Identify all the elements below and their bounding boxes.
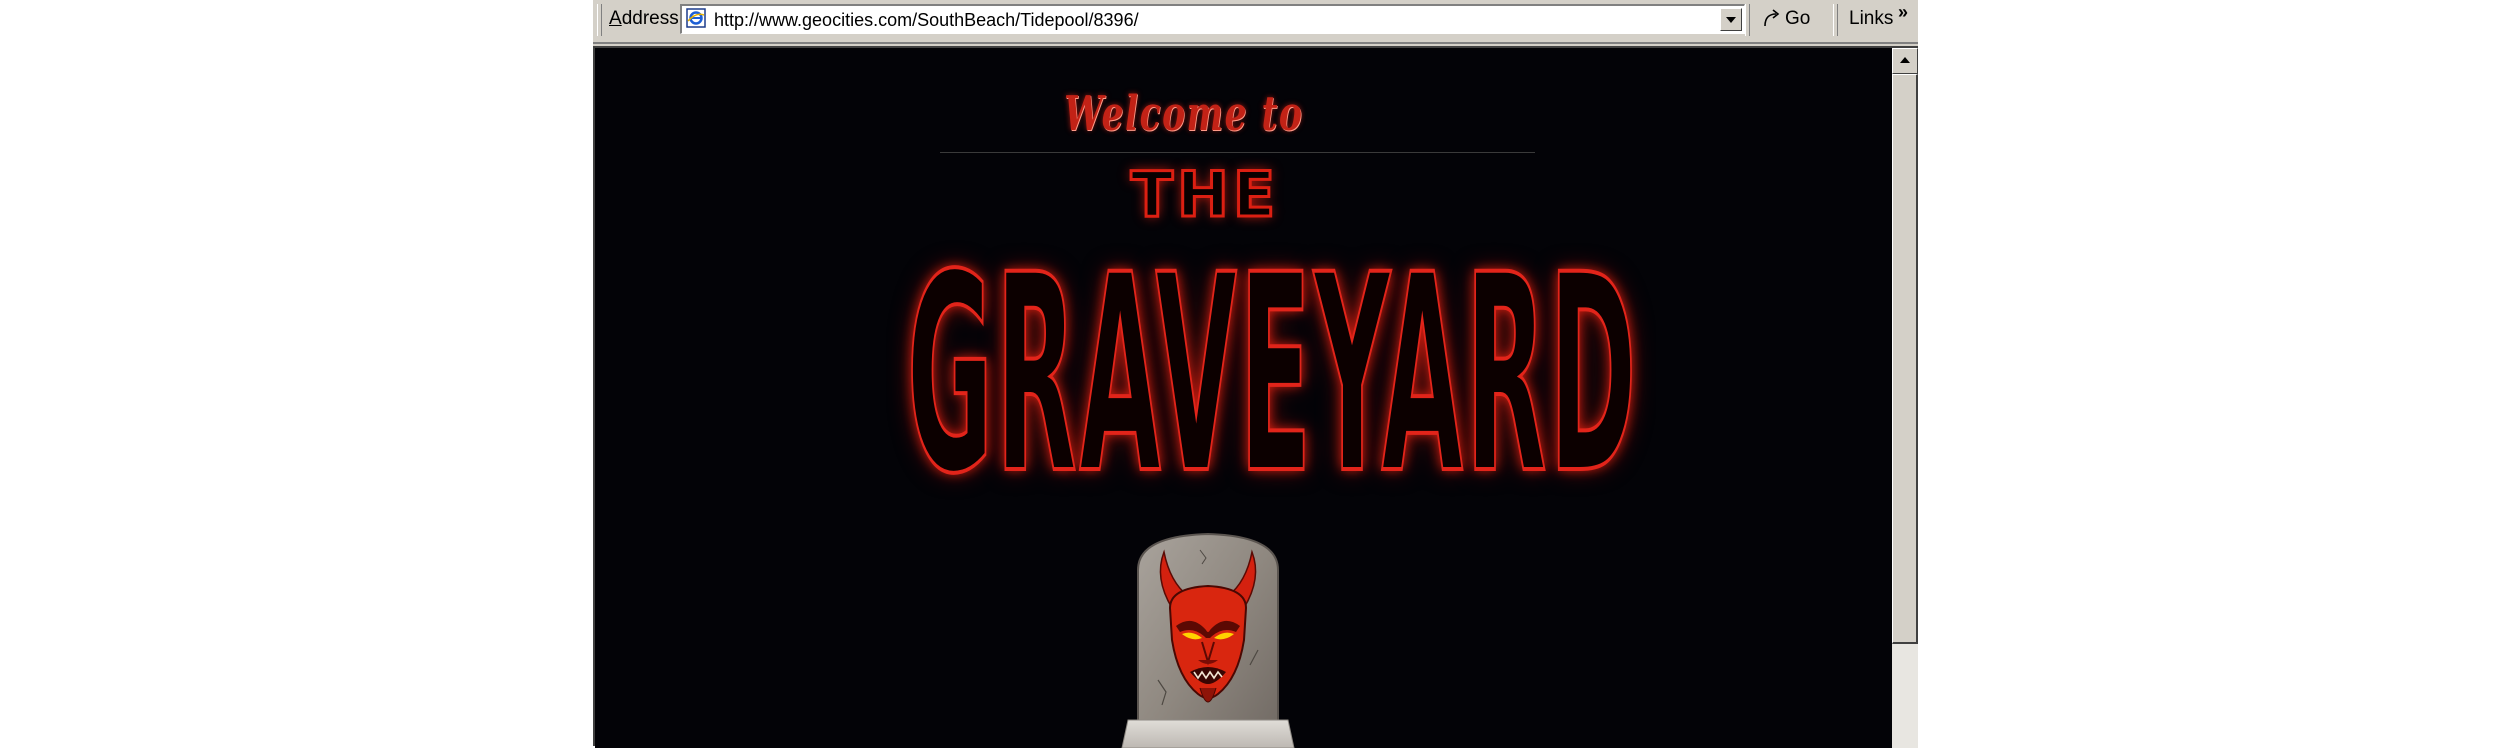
go-label: Go <box>1785 8 1811 29</box>
scroll-up-button[interactable] <box>1892 48 1918 74</box>
address-label: Address <box>609 8 679 29</box>
address-field[interactable]: http://www.geocities.com/SouthBeach/Tide… <box>680 4 1745 34</box>
go-arrow-icon <box>1764 9 1780 27</box>
scroll-thumb[interactable] <box>1892 74 1918 644</box>
graveyard-page: Welcome to THE GRAVEYARD <box>595 48 1892 748</box>
address-toolbar: Address http://www.geocities.com/SouthBe… <box>593 0 1918 44</box>
ie-page-icon <box>686 8 706 28</box>
toolbar-grip[interactable] <box>1745 4 1750 36</box>
go-button[interactable]: Go <box>1755 5 1823 33</box>
chevron-right-icon[interactable]: » <box>1898 3 1908 21</box>
toolbar-grip[interactable] <box>1833 4 1838 36</box>
url-text[interactable]: http://www.geocities.com/SouthBeach/Tide… <box>714 9 1139 31</box>
browser-window: Address http://www.geocities.com/SouthBe… <box>593 0 1918 748</box>
toolbar-grip[interactable] <box>597 4 602 36</box>
welcome-heading: Welcome to <box>1064 86 1304 142</box>
vertical-scrollbar[interactable] <box>1892 48 1918 748</box>
url-dropdown-button[interactable] <box>1720 8 1742 31</box>
devil-tombstone-icon <box>1121 532 1295 748</box>
links-button[interactable]: Links <box>1849 7 1893 31</box>
page-viewport: Welcome to THE GRAVEYARD <box>593 46 1918 748</box>
divider <box>940 152 1535 153</box>
